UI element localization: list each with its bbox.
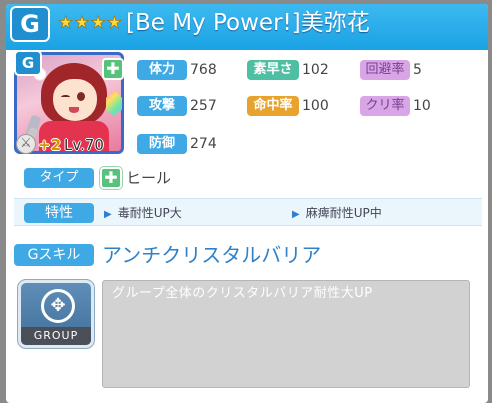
portrait-eye	[77, 92, 85, 101]
gskill-label: Gスキル	[14, 244, 94, 266]
evasion-label: 回避率	[360, 60, 410, 80]
heal-type-icon: ✚	[102, 58, 124, 80]
defense-label: 防御	[137, 134, 187, 154]
trait-item[interactable]: ▶ 麻痺耐性UP中	[292, 203, 382, 223]
evasion-value: 5	[413, 62, 422, 78]
type-label: タイプ	[24, 168, 94, 188]
rarity-stars: ★ ★ ★ ★	[58, 11, 123, 35]
trait-text: 麻痺耐性UP中	[305, 206, 382, 220]
accuracy-label: 命中率	[247, 96, 299, 116]
level-text: Lv.70	[64, 136, 104, 154]
accuracy-value: 100	[302, 98, 329, 114]
g-emblem-icon: G	[10, 6, 50, 42]
heal-type-icon: ✚	[99, 166, 123, 190]
plus-value: +2	[38, 136, 62, 154]
hp-value: 768	[190, 62, 217, 78]
trait-item[interactable]: ▶ 毒耐性UP大	[104, 203, 182, 223]
portrait-face	[53, 79, 97, 121]
group-skill-icon[interactable]: ✥ GROUP	[17, 279, 95, 349]
star-icon: ★	[90, 13, 106, 34]
portrait-mouth	[69, 107, 79, 113]
sword-icon: ⚔	[16, 134, 36, 154]
type-value: ヒール	[126, 169, 172, 187]
hp-label: 体力	[137, 60, 187, 80]
defense-value: 274	[190, 136, 217, 152]
star-icon: ★	[58, 13, 74, 34]
play-arrow-icon: ▶	[104, 209, 112, 220]
skill-description: グループ全体のクリスタルバリア耐性大UP	[112, 286, 373, 301]
crit-label: クリ率	[360, 96, 410, 116]
portrait-eye	[61, 95, 70, 99]
star-icon: ★	[74, 13, 90, 34]
crit-value: 10	[413, 98, 431, 114]
rarity-badge: G	[14, 50, 42, 76]
gskill-name: アンチクリスタルバリア	[102, 243, 322, 267]
star-icon: ★	[106, 13, 122, 34]
attack-value: 257	[190, 98, 217, 114]
speed-label: 素早さ	[247, 60, 299, 80]
character-title: [Be My Power!]美弥花	[126, 10, 370, 36]
trait-text: 毒耐性UP大	[117, 206, 182, 220]
skill-icon-label: GROUP	[21, 327, 91, 345]
play-arrow-icon: ▶	[292, 209, 300, 220]
speed-value: 102	[302, 62, 329, 78]
traits-label: 特性	[24, 203, 94, 223]
paw-icon: ✥	[41, 289, 75, 323]
attack-label: 攻撃	[137, 96, 187, 116]
